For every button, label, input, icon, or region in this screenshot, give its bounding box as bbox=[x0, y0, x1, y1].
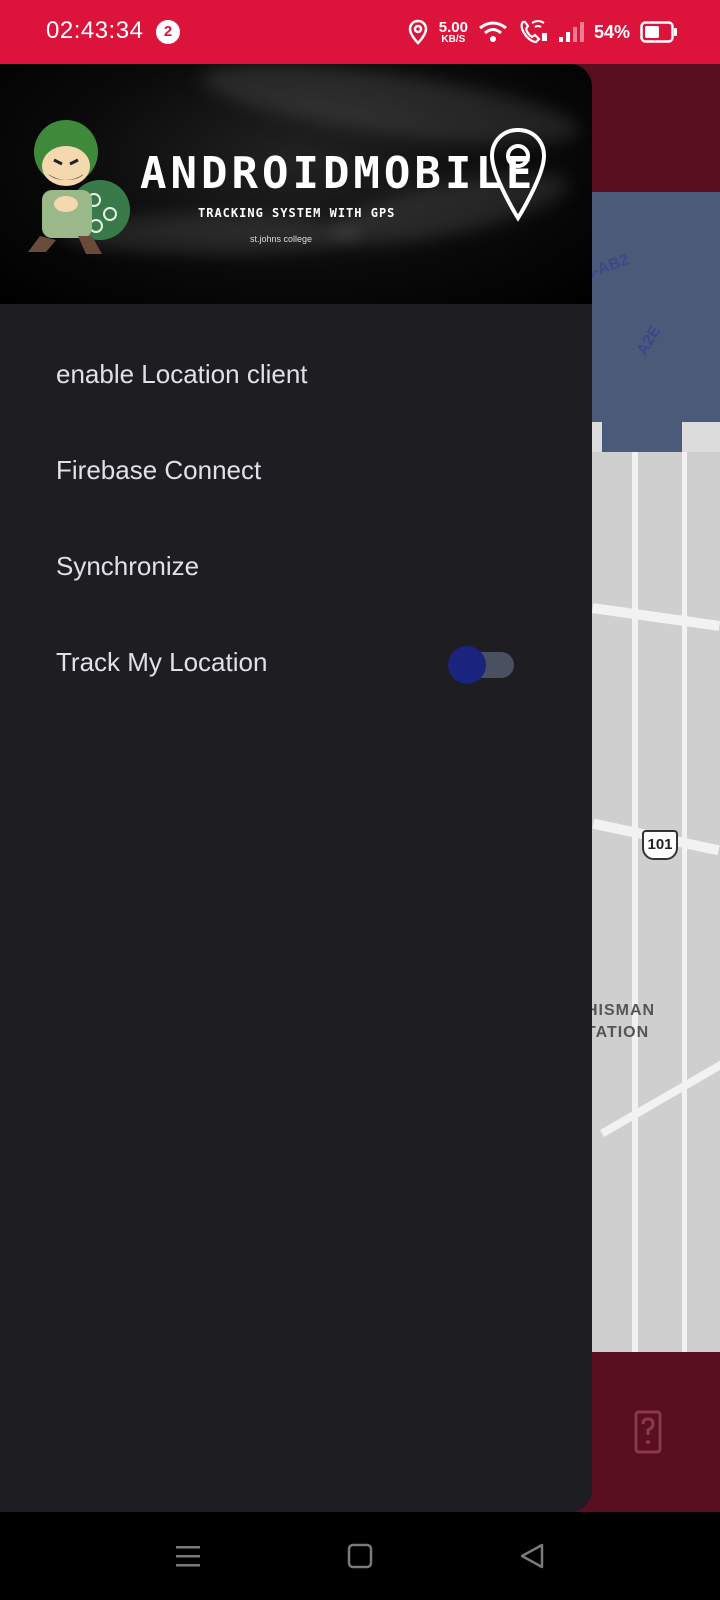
net-speed-value: 5.00 bbox=[438, 18, 468, 36]
status-time: 02:43:34 bbox=[46, 17, 144, 44]
map-view[interactable]: I-AB2 A2E HISMAN TATION 101 bbox=[592, 192, 720, 1352]
map-road bbox=[632, 452, 638, 1352]
status-icons: 5.00 KB/S 54% bbox=[407, 14, 678, 50]
help-device-icon[interactable] bbox=[634, 1410, 662, 1454]
signal-icon bbox=[558, 22, 584, 42]
track-location-switch[interactable] bbox=[448, 646, 514, 684]
map-label: TATION bbox=[592, 1024, 650, 1041]
map-label: HISMAN bbox=[592, 1002, 656, 1019]
notification-count-badge: 2 bbox=[156, 20, 180, 44]
battery-icon bbox=[640, 21, 677, 43]
system-nav-bar bbox=[0, 1512, 720, 1600]
menu-item-label: enable Location client bbox=[56, 358, 308, 389]
menu-item-label: Track My Location bbox=[56, 646, 268, 677]
menu-item-firebase-connect[interactable]: Firebase Connect bbox=[0, 422, 592, 518]
header-subtitle: TRACKING SYSTEM WITH GPS bbox=[198, 206, 396, 220]
battery-percent: 54% bbox=[593, 21, 630, 42]
menu-item-enable-location-client[interactable]: enable Location client bbox=[0, 326, 592, 422]
navigation-drawer: ANDROIDMOBILE TRACKING SYSTEM WITH GPS s… bbox=[0, 64, 592, 1512]
network-speed: 5.00 KB/S bbox=[439, 20, 468, 45]
status-bar: 02:43:34 2 5.00 KB/S 54% bbox=[0, 0, 720, 64]
home-icon[interactable] bbox=[344, 1540, 376, 1572]
drawer-menu: enable Location client Firebase Connect … bbox=[0, 304, 592, 710]
header-college: st.johns college bbox=[250, 234, 313, 244]
menu-item-label: Synchronize bbox=[56, 550, 200, 581]
highway-shield: 101 bbox=[642, 830, 678, 860]
drawer-header: ANDROIDMOBILE TRACKING SYSTEM WITH GPS s… bbox=[0, 64, 592, 304]
location-icon bbox=[408, 19, 428, 45]
menu-item-track-my-location[interactable]: Track My Location bbox=[0, 614, 592, 710]
net-speed-unit: KB/S bbox=[441, 33, 466, 45]
wifi-call-icon bbox=[520, 20, 547, 44]
back-icon[interactable] bbox=[516, 1540, 548, 1572]
map-pin-icon bbox=[489, 127, 547, 222]
menu-item-label: Firebase Connect bbox=[56, 454, 262, 485]
map-land bbox=[592, 452, 720, 1352]
menu-item-synchronize[interactable]: Synchronize bbox=[0, 518, 592, 614]
map-water bbox=[592, 192, 720, 422]
wifi-icon bbox=[479, 21, 507, 42]
switch-thumb bbox=[448, 646, 486, 684]
header-title: ANDROIDMOBILE bbox=[140, 148, 537, 199]
recent-apps-icon[interactable] bbox=[172, 1540, 204, 1572]
thief-mascot-logo bbox=[28, 120, 130, 254]
map-road bbox=[682, 452, 687, 1352]
